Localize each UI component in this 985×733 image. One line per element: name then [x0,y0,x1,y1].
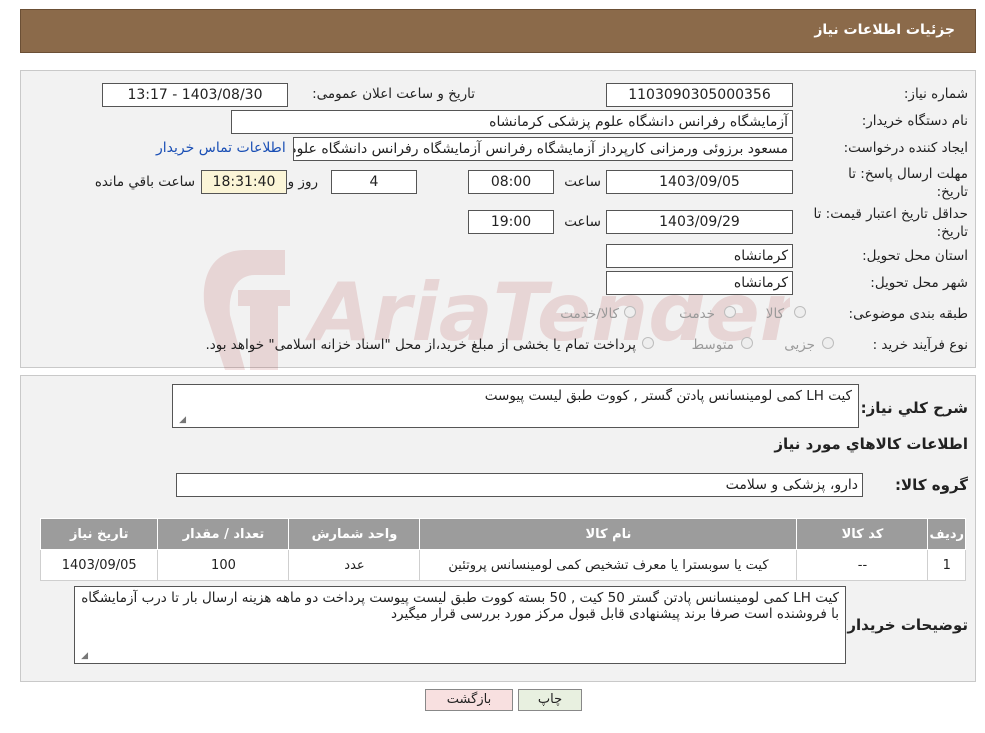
treasury-note: پرداخت تمام یا بخشی از مبلغ خرید،از محل … [205,337,636,353]
col-code-header: کد کالا [796,518,929,550]
category-goods-service-label: کالا/خدمت [560,306,619,322]
process-medium-radio[interactable] [741,337,753,349]
product-group-field: دارو، پزشکی و سلامت [176,473,863,497]
buyer-org-label: نام دستگاه خریدار: [861,113,968,129]
print-button[interactable]: چاپ [518,689,582,711]
reply-time-label: ساعت [564,174,601,190]
buyer-notes-textarea[interactable]: کیت LH کمی لومینسانس پادتن گستر 50 کیت ,… [74,586,846,664]
remaining-time-field: 18:31:40 [201,170,287,194]
page-title: جزئیات اطلاعات نیاز [814,22,955,38]
need-number-label: شماره نیاز: [903,86,968,102]
summary-textarea[interactable]: کیت LH کمی لومینسانس پادتن گستر , کووت ط… [172,384,859,428]
col-date-header: تاریخ نیاز [39,518,159,550]
creator-label: ایجاد کننده درخواست: [843,140,968,156]
col-unit-header: واحد شمارش [288,518,421,550]
unit-cell: عدد [288,549,421,581]
resize-grip-icon[interactable]: ◢ [78,651,88,661]
item-code-cell: -- [796,549,929,581]
announce-datetime-field: 1403/08/30 - 13:17 [102,83,288,107]
items-table: ردیف کد کالا نام کالا واحد شمارش تعداد /… [39,518,966,581]
resize-grip-icon[interactable]: ◢ [176,415,186,425]
reply-deadline-label: مهلت ارسال پاسخ: تا [848,166,968,182]
creator-field: مسعود برزوئی ورمزانی کارپرداز آزمایشگاه … [293,137,793,161]
quantity-cell: 100 [157,549,290,581]
process-minor-radio[interactable] [822,337,834,349]
process-type-label: نوع فرآیند خرید : [872,337,968,353]
validity-date-field: 1403/09/29 [606,210,793,234]
summary-label: شرح کلي نیاز: [860,399,968,417]
province-label: استان محل تحویل: [862,248,968,264]
treasury-note-radio[interactable] [642,337,654,349]
validity-label-2: تاریخ: [936,224,968,240]
buyer-notes-label: توضیحات خریدار: [841,616,968,634]
row-number-cell: 1 [927,549,966,581]
buyer-notes-text: کیت LH کمی لومینسانس پادتن گستر 50 کیت ,… [81,590,839,622]
back-button[interactable]: بازگشت [425,689,513,711]
process-minor-label: جزیی [784,337,815,353]
reply-time-field: 08:00 [468,170,554,194]
buyer-org-field: آزمایشگاه رفرانس دانشگاه علوم پزشکی کرما… [231,110,793,134]
col-name-header: نام کالا [419,518,798,550]
category-goods-service-radio[interactable] [624,306,636,318]
days-remaining-field: 4 [331,170,417,194]
buyer-contact-link[interactable]: اطلاعات تماس خریدار [156,140,286,156]
validity-time-label: ساعت [564,214,601,230]
col-row-header: ردیف [927,518,966,550]
reply-deadline-label-2: تاریخ: [936,184,968,200]
province-field: کرمانشاه [606,244,793,268]
reply-date-field: 1403/09/05 [606,170,793,194]
city-field: کرمانشاه [606,271,793,295]
process-medium-label: متوسط [691,337,734,353]
product-group-label: گروه کالا: [895,476,968,494]
summary-text: کیت LH کمی لومینسانس پادتن گستر , کووت ط… [484,388,852,404]
need-number-field: 1103090305000356 [606,83,793,107]
table-row: 1 -- کیت یا سوبسترا یا معرف تشخیص کمی لو… [39,549,966,581]
items-table-header: ردیف کد کالا نام کالا واحد شمارش تعداد /… [39,518,966,550]
item-name-cell: کیت یا سوبسترا یا معرف تشخیص کمی لومینسا… [419,549,798,581]
need-date-cell: 1403/09/05 [39,549,159,581]
city-label: شهر محل تحویل: [870,275,968,291]
category-goods-label: کالا [765,306,784,322]
announce-label: تاریخ و ساعت اعلان عمومی: [312,86,475,102]
page-header: جزئیات اطلاعات نیاز [20,9,976,53]
remaining-label: ساعت باقي مانده [94,174,195,190]
items-section-title: اطلاعات کالاهاي مورد نیاز [774,435,968,453]
category-label: طبقه بندی موضوعی: [848,306,968,322]
days-label: روز و [287,174,318,190]
category-service-label: خدمت [679,306,715,322]
category-service-radio[interactable] [724,306,736,318]
validity-label: حداقل تاریخ اعتبار قیمت: تا [813,206,968,222]
col-quantity-header: تعداد / مقدار [157,518,290,550]
category-goods-radio[interactable] [794,306,806,318]
validity-time-field: 19:00 [468,210,554,234]
